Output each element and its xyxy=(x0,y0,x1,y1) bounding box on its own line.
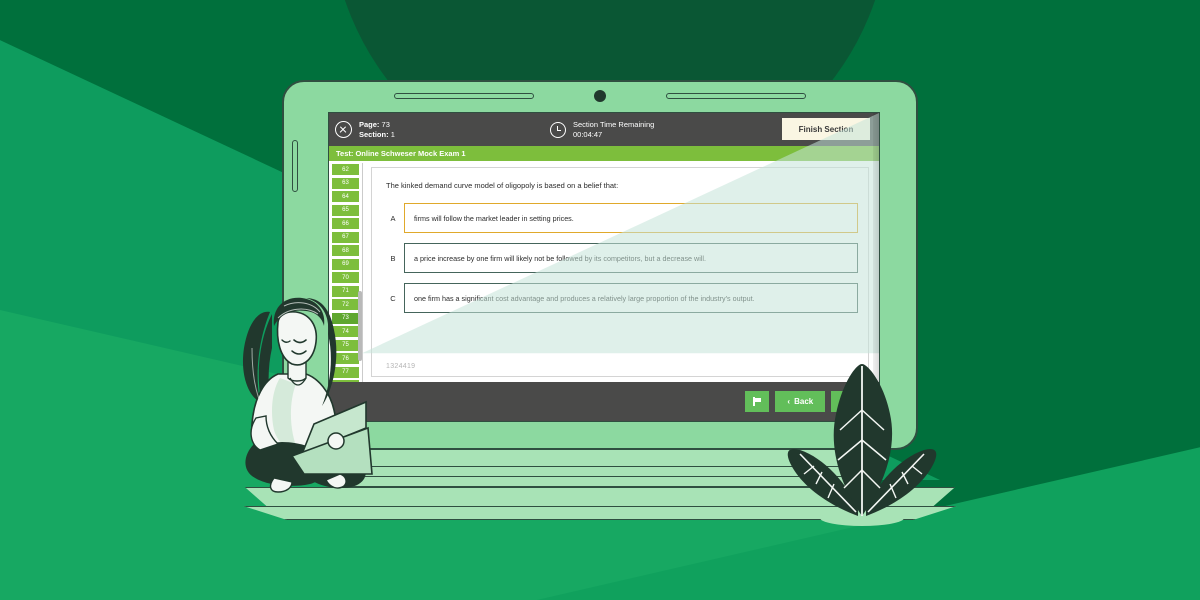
plant-icon xyxy=(787,364,937,526)
question-nav-item[interactable]: 65 xyxy=(332,204,359,216)
section-value: 1 xyxy=(390,129,395,139)
answer-text-box[interactable]: firms will follow the market leader in s… xyxy=(404,203,858,233)
speaker-grille-left xyxy=(394,93,534,99)
clock-icon xyxy=(550,121,566,138)
timer-value: 00:04:47 xyxy=(573,129,603,139)
answer-option[interactable]: Afirms will follow the market leader in … xyxy=(382,203,858,233)
page-section-text: Page: 73 Section: 1 xyxy=(359,120,395,140)
student-illustration xyxy=(218,278,398,503)
flag-icon xyxy=(753,397,762,406)
question-nav-item[interactable]: 67 xyxy=(332,231,359,243)
timer-label: Section Time Remaining xyxy=(573,119,655,129)
exam-timer: Section Time Remaining 00:04:47 xyxy=(550,120,654,140)
answer-option-list: Afirms will follow the market leader in … xyxy=(382,203,858,313)
circle-x-icon[interactable] xyxy=(335,121,352,138)
section-label: Section: xyxy=(359,129,389,139)
question-nav-item[interactable]: 62 xyxy=(332,164,359,175)
answer-letter: B xyxy=(390,253,396,263)
page-value: 73 xyxy=(381,119,390,129)
question-nav-item[interactable]: 68 xyxy=(332,245,359,256)
answer-text-box[interactable]: a price increase by one firm will likely… xyxy=(404,243,858,273)
flag-question-button[interactable] xyxy=(745,391,770,412)
answer-option[interactable]: Cone firm has a significant cost advanta… xyxy=(382,283,858,313)
answer-text-box[interactable]: one firm has a significant cost advantag… xyxy=(404,283,858,313)
student-figure-icon xyxy=(242,297,373,493)
question-nav-item[interactable]: 66 xyxy=(332,218,359,229)
volume-button[interactable] xyxy=(292,140,298,192)
speaker-grille-right xyxy=(666,93,806,99)
exam-page-info: Page: 73 Section: 1 xyxy=(335,120,550,140)
question-nav-item[interactable]: 69 xyxy=(332,258,359,270)
plant-illustration xyxy=(770,358,955,528)
question-card: The kinked demand curve model of oligopo… xyxy=(371,167,869,377)
question-nav-item[interactable]: 63 xyxy=(332,177,359,189)
answer-letter: A xyxy=(390,213,396,223)
page-label: Page: xyxy=(359,119,380,129)
question-stem: The kinked demand curve model of oligopo… xyxy=(386,181,619,190)
finish-section-button[interactable]: Finish Section xyxy=(781,117,871,141)
front-camera-icon xyxy=(594,90,606,102)
exam-header-bar: Page: 73 Section: 1 Section Time Remaini… xyxy=(329,113,879,146)
answer-option[interactable]: Ba price increase by one firm will likel… xyxy=(382,243,858,273)
question-nav-item[interactable]: 64 xyxy=(332,191,359,202)
exam-test-title-bar: Test: Online Schweser Mock Exam 1 xyxy=(329,146,879,161)
